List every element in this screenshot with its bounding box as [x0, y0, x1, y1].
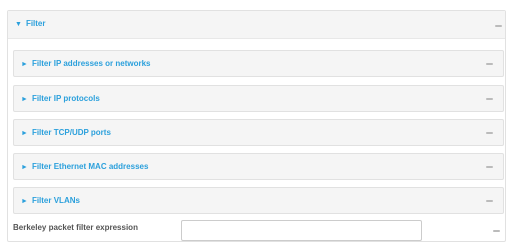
section-filter-ethernet-mac-label[interactable]: ► Filter Ethernet MAC addresses — [21, 162, 148, 171]
collapsed-triangle-icon: ► — [21, 164, 28, 171]
collapsed-triangle-icon: ► — [21, 61, 28, 68]
expanded-triangle-icon: ▼ — [15, 21, 22, 28]
section-filter-tcp-udp-ports[interactable]: ► Filter TCP/UDP ports — [13, 119, 504, 146]
minus-icon[interactable] — [486, 98, 493, 100]
section-filter-tcp-udp-ports-label[interactable]: ► Filter TCP/UDP ports — [21, 128, 111, 137]
section-filter-ip-addresses-label[interactable]: ► Filter IP addresses or networks — [21, 59, 151, 68]
collapsed-triangle-icon: ► — [21, 130, 28, 137]
minus-icon[interactable] — [495, 25, 502, 27]
section-filter-ip-addresses[interactable]: ► Filter IP addresses or networks — [13, 50, 504, 77]
section-filter-ethernet-mac[interactable]: ► Filter Ethernet MAC addresses — [13, 153, 504, 180]
minus-icon[interactable] — [486, 132, 493, 134]
filter-panel-header[interactable]: ▼ Filter — [8, 11, 505, 39]
bpf-expression-input[interactable] — [181, 220, 422, 241]
minus-icon[interactable] — [486, 166, 493, 168]
section-filter-ip-protocols[interactable]: ► Filter IP protocols — [13, 85, 504, 112]
collapsed-triangle-icon: ► — [21, 96, 28, 103]
minus-icon[interactable] — [486, 200, 493, 202]
section-label-text: Filter IP protocols — [31, 94, 100, 103]
minus-icon[interactable] — [493, 230, 500, 232]
section-label-text: Filter TCP/UDP ports — [31, 128, 111, 137]
section-label-text: Filter Ethernet MAC addresses — [31, 162, 149, 171]
section-filter-vlans[interactable]: ► Filter VLANs — [13, 187, 504, 214]
bpf-expression-label: Berkeley packet filter expression — [13, 223, 138, 232]
section-label-text: Filter IP addresses or networks — [31, 59, 151, 68]
collapsed-triangle-icon: ► — [21, 198, 28, 205]
section-filter-ip-protocols-label[interactable]: ► Filter IP protocols — [21, 94, 100, 103]
section-label-text: Filter VLANs — [31, 196, 80, 205]
section-filter-vlans-label[interactable]: ► Filter VLANs — [21, 196, 80, 205]
filter-panel-title[interactable]: ▼ Filter — [15, 19, 46, 28]
filter-title-text: Filter — [25, 19, 46, 28]
minus-icon[interactable] — [486, 63, 493, 65]
